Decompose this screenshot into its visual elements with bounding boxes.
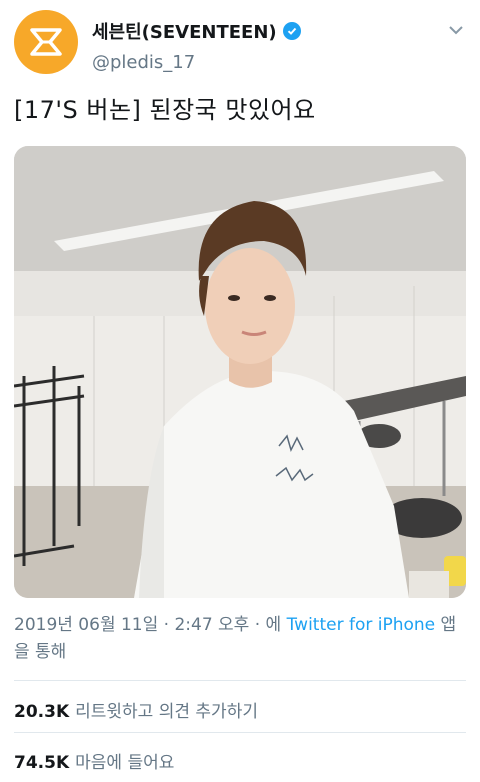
display-name[interactable]: 세븐틴(SEVENTEEN) xyxy=(92,18,301,44)
display-name-text: 세븐틴(SEVENTEEN) xyxy=(92,22,277,43)
divider xyxy=(14,680,466,681)
tweet-timestamp[interactable]: 2019년 06월 11일 · 2:47 오후 · 에 xyxy=(14,615,287,635)
account-names: 세븐틴(SEVENTEEN) @pledis_17 xyxy=(92,18,301,73)
likes-count: 74.5K xyxy=(14,753,70,773)
tweet-meta: 2019년 06월 11일 · 2:47 오후 · 에 Twitter for … xyxy=(14,612,466,666)
photo-image xyxy=(14,146,466,598)
account-handle[interactable]: @pledis_17 xyxy=(92,52,301,73)
likes-label: 마음에 들어요 xyxy=(75,753,175,773)
seventeen-logo-icon xyxy=(30,28,62,56)
source-link[interactable]: Twitter for iPhone xyxy=(287,615,436,635)
retweets-count: 20.3K xyxy=(14,702,70,722)
avatar[interactable] xyxy=(14,10,78,74)
retweets-label: 리트윗하고 의견 추가하기 xyxy=(75,702,258,722)
divider xyxy=(14,732,466,733)
verified-badge-icon xyxy=(282,22,301,40)
chevron-down-icon[interactable] xyxy=(446,20,466,40)
tweet-text: [17'S 버논] 된장국 맛있어요 xyxy=(14,96,316,124)
likes-stat[interactable]: 74.5K 마음에 들어요 xyxy=(14,748,174,773)
tweet-header: 세븐틴(SEVENTEEN) @pledis_17 xyxy=(14,10,470,80)
tweet-photo[interactable] xyxy=(14,146,466,598)
retweets-stat[interactable]: 20.3K 리트윗하고 의견 추가하기 xyxy=(14,697,258,722)
